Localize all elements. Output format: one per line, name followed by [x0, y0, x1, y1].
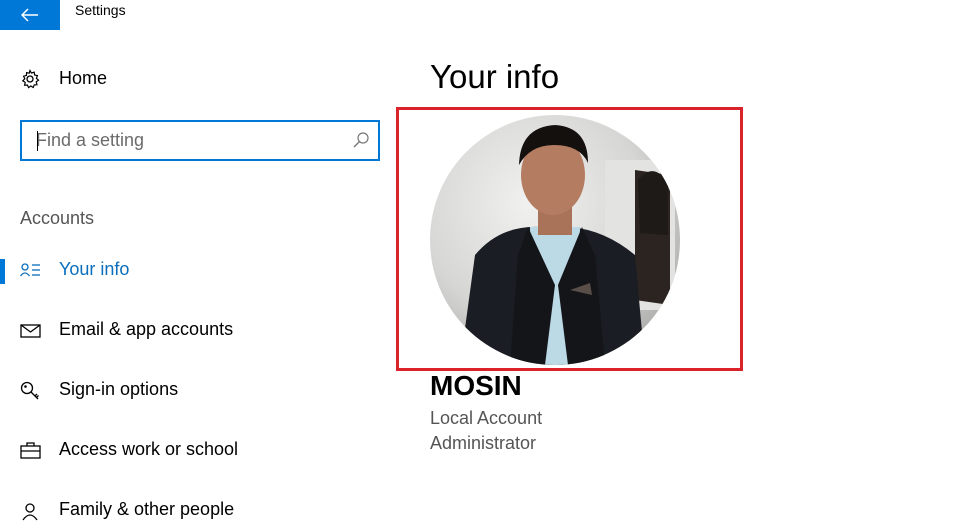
sidebar-item-label: Sign-in options: [59, 379, 179, 399]
title-bar: Settings: [0, 0, 971, 30]
person-list-icon: [20, 263, 40, 277]
profile-picture[interactable]: [430, 115, 680, 365]
user-name: MOSIN: [430, 370, 522, 401]
home-label: Home: [59, 68, 108, 88]
person-icon: [22, 503, 38, 521]
search-box[interactable]: [20, 120, 380, 161]
sidebar-item-label: Family & other people: [59, 499, 235, 519]
active-indicator: [0, 259, 5, 284]
sidebar-item-your-info[interactable]: Your info: [0, 251, 390, 291]
sidebar-item-access-work-or-school[interactable]: Access work or school: [0, 431, 390, 471]
mail-icon: [20, 324, 41, 338]
back-arrow-icon: [21, 8, 38, 22]
briefcase-icon: [20, 442, 41, 459]
app-title: Settings: [75, 2, 126, 18]
key-icon: [20, 381, 39, 400]
page-title: Your info: [430, 58, 560, 95]
text-caret: [37, 131, 38, 151]
sidebar-item-label: Email & app accounts: [59, 319, 234, 339]
home-nav-item[interactable]: Home: [20, 68, 107, 89]
sidebar-item-email-app-accounts[interactable]: Email & app accounts: [0, 311, 390, 351]
sidebar-item-label: Your info: [59, 259, 130, 279]
account-role: Administrator: [430, 433, 537, 453]
gear-icon: [21, 68, 40, 89]
sidebar-item-family-other-people[interactable]: Family & other people: [0, 491, 390, 531]
section-title-accounts: Accounts: [20, 208, 95, 228]
account-type: Local Account: [430, 408, 543, 428]
sidebar-item-sign-in-options[interactable]: Sign-in options: [0, 371, 390, 411]
profile-photo: [430, 115, 680, 365]
search-icon[interactable]: [352, 131, 370, 149]
back-button[interactable]: [0, 0, 60, 30]
search-input[interactable]: [22, 122, 336, 159]
sidebar-item-label: Access work or school: [59, 439, 239, 459]
